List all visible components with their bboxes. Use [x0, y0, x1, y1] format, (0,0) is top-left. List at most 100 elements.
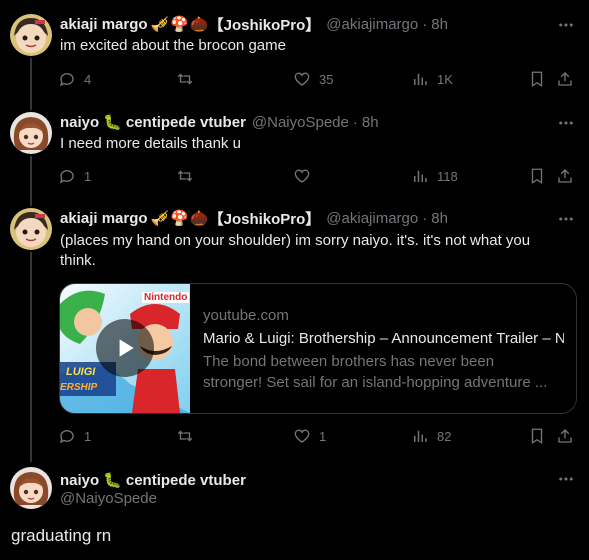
views-count: 1K — [437, 71, 453, 87]
reply-count: 1 — [84, 168, 92, 184]
retweet-icon — [177, 430, 193, 442]
user-handle[interactable]: @NaiyoSpede — [60, 490, 246, 510]
link-card[interactable]: Nintendo LUIGI ERSHIP youtube.com Mario … — [59, 283, 577, 414]
share-icon — [558, 72, 572, 86]
tweet-text: im excited about the brocon game — [60, 37, 286, 54]
trumpet-icon: 🎺 — [150, 16, 170, 33]
main-name-row[interactable]: naiyo 🐛 centipede vtuber — [60, 470, 246, 490]
share-button[interactable] — [556, 166, 574, 186]
tweet-actions: 4 35 1K — [58, 69, 579, 89]
bookmark-button[interactable] — [528, 166, 546, 186]
retweet-icon — [177, 170, 193, 182]
share-button[interactable] — [556, 426, 574, 446]
user-handle[interactable]: @akiajimargo — [326, 210, 418, 227]
more-options-icon[interactable] — [557, 16, 575, 34]
avatar[interactable] — [10, 112, 52, 154]
display-name[interactable]: naiyo — [60, 114, 99, 131]
mushroom-icon: 🍄 — [170, 210, 189, 227]
avatar[interactable] — [10, 14, 52, 56]
thumbnail-brand-text: Nintendo — [142, 292, 190, 303]
tweet[interactable]: naiyo 🐛 centipede vtuber @NaiyoSpede · 8… — [0, 112, 589, 196]
more-options-icon[interactable] — [557, 210, 575, 228]
trumpet-icon: 🎺 — [150, 210, 170, 227]
name-emoji: 🎺 🍄 🌰 — [151, 15, 209, 33]
main-tweet-author: naiyo 🐛 centipede vtuber @NaiyoSpede — [60, 470, 246, 510]
tweet-header: akiaji margo 🎺 🍄 🌰 【JoshikoPro】 @akiajim… — [60, 14, 549, 34]
link-description: The bond between brothers has never been… — [203, 351, 564, 393]
views-button[interactable]: 1K — [411, 69, 453, 89]
like-button[interactable]: 35 — [293, 69, 333, 89]
centipede-icon: 🐛 — [103, 114, 122, 131]
timestamp[interactable]: 8h — [431, 16, 448, 33]
tweet-actions: 1 118 — [58, 166, 579, 186]
user-handle[interactable]: @akiajimargo — [326, 16, 418, 33]
bookmark-button[interactable] — [528, 69, 546, 89]
views-icon — [414, 170, 427, 182]
avatar[interactable] — [10, 208, 52, 250]
main-tweet-text: graduating rn — [11, 526, 112, 545]
display-name[interactable]: naiyo — [60, 472, 99, 489]
share-button[interactable] — [556, 69, 574, 89]
tweet-text: (places my hand on your shoulder) im sor… — [60, 231, 559, 271]
name-suffix: centipede vtuber — [125, 113, 246, 131]
timestamp[interactable]: 8h — [362, 114, 379, 131]
more-options-icon[interactable] — [557, 470, 575, 488]
tweet[interactable]: akiaji margo 🎺 🍄 🌰 【JoshikoPro】 @akiajim… — [0, 14, 589, 98]
name-suffix: centipede vtuber — [125, 471, 246, 489]
retweet-button[interactable] — [176, 166, 194, 186]
centipede-icon: 🐛 — [103, 472, 122, 489]
reply-button[interactable]: 1 — [58, 426, 91, 446]
link-title: Mario & Luigi: Brothership – Announcemen… — [203, 330, 564, 347]
retweet-button[interactable] — [176, 426, 194, 446]
mushroom-icon: 🍄 — [170, 16, 189, 33]
timestamp[interactable]: 8h — [431, 210, 448, 227]
link-description-line: The bond between brothers has never been — [203, 353, 495, 370]
share-icon — [558, 429, 572, 443]
like-button[interactable] — [293, 166, 311, 186]
link-card-body: youtube.com Mario & Luigi: Brothership –… — [203, 306, 564, 393]
link-domain: youtube.com — [203, 307, 289, 324]
like-button[interactable]: 1 — [293, 426, 326, 446]
link-description-line: stronger! Set sail for an island-hopping… — [203, 374, 548, 391]
bookmark-button[interactable] — [528, 426, 546, 446]
tweet[interactable]: akiaji margo 🎺 🍄 🌰 【JoshikoPro】 @akiajim… — [0, 208, 589, 456]
reply-icon — [59, 170, 74, 184]
tweet-actions: 1 1 82 — [58, 426, 579, 446]
play-icon[interactable] — [96, 319, 154, 377]
avatar[interactable] — [10, 467, 52, 509]
more-options-icon[interactable] — [557, 114, 575, 132]
name-emoji: 🐛 — [103, 471, 122, 489]
views-button[interactable]: 118 — [411, 166, 458, 186]
bookmark-icon — [531, 428, 543, 445]
chestnut-icon: 🌰 — [189, 16, 209, 33]
reply-button[interactable]: 1 — [58, 166, 91, 186]
tweet-header: akiaji margo 🎺 🍄 🌰 【JoshikoPro】 @akiajim… — [60, 208, 549, 228]
views-count: 82 — [437, 428, 452, 444]
name-tag: 【JoshikoPro】 — [208, 16, 321, 34]
reply-count: 4 — [84, 71, 92, 87]
name-tag: 【JoshikoPro】 — [208, 210, 321, 228]
tweet-text: I need more details thank u — [60, 135, 241, 152]
retweet-button[interactable] — [176, 69, 194, 89]
user-handle[interactable]: @NaiyoSpede — [252, 114, 349, 131]
reply-icon — [59, 73, 74, 87]
tweet-header: naiyo 🐛 centipede vtuber @NaiyoSpede · 8… — [60, 112, 549, 132]
reply-count: 1 — [84, 428, 92, 444]
bookmark-icon — [531, 71, 543, 88]
chestnut-icon: 🌰 — [189, 210, 209, 227]
views-icon — [414, 430, 427, 442]
heart-icon — [294, 429, 310, 443]
retweet-icon — [177, 73, 193, 85]
thumbnail-logo-text: LUIGI — [66, 366, 96, 378]
separator-dot: · — [352, 113, 358, 131]
display-name[interactable]: akiaji margo — [60, 210, 148, 227]
display-name[interactable]: akiaji margo — [60, 16, 148, 33]
tweet-text-line: (places my hand on your shoulder) im sor… — [60, 232, 531, 249]
reply-button[interactable]: 4 — [58, 69, 91, 89]
reply-icon — [59, 430, 74, 444]
share-icon — [558, 169, 572, 183]
heart-icon — [294, 169, 310, 183]
views-button[interactable]: 82 — [411, 426, 451, 446]
like-count: 35 — [319, 71, 334, 87]
views-icon — [414, 73, 427, 85]
